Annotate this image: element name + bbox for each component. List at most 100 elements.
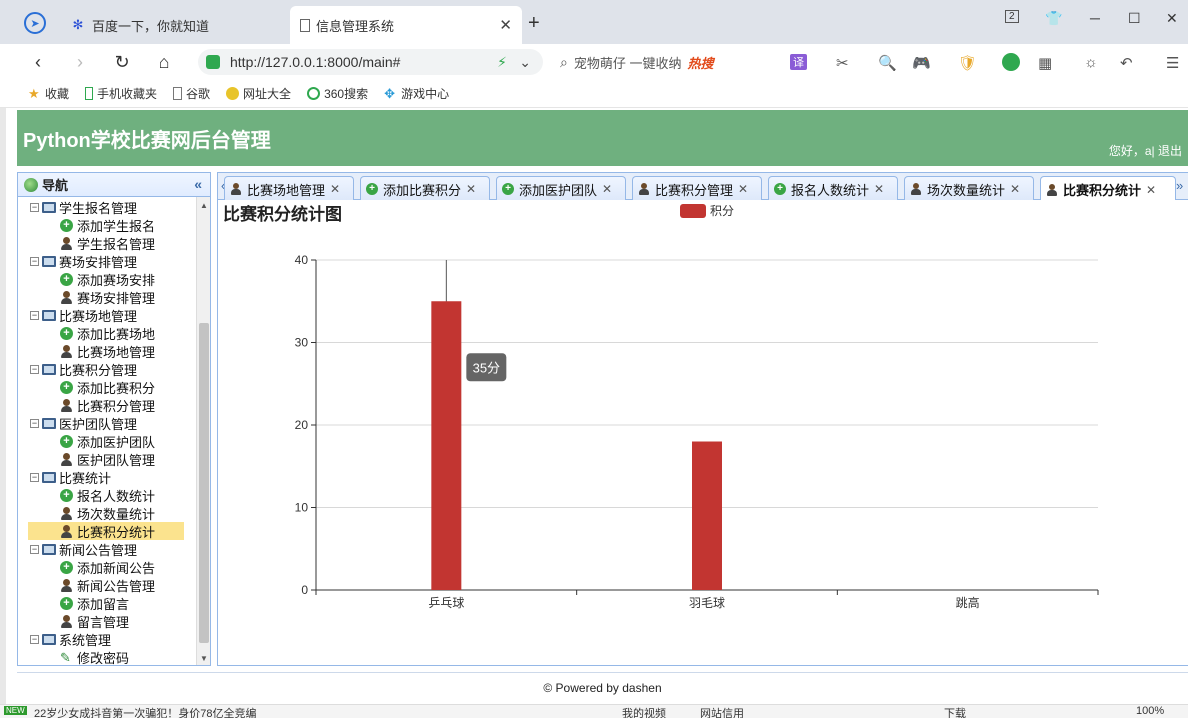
close-tab-icon[interactable]: ✕ xyxy=(330,182,340,196)
sidebar-item[interactable]: 比赛积分管理 xyxy=(60,396,155,414)
bookmark-mobile[interactable]: 手机收藏夹 xyxy=(85,85,157,102)
sidebar-item[interactable]: + 添加留言 xyxy=(60,594,129,612)
sidebar-group[interactable]: − 医护团队管理 xyxy=(30,414,137,432)
close-window-icon[interactable]: ✕ xyxy=(1166,10,1178,27)
translate-icon[interactable]: 译 xyxy=(790,54,807,70)
sidebar-item[interactable]: + 添加学生报名 xyxy=(60,216,155,234)
sidebar-item[interactable]: 医护团队管理 xyxy=(60,450,155,468)
sidebar-item[interactable]: 场次数量统计 xyxy=(60,504,155,522)
collapse-toggle-icon[interactable]: − xyxy=(30,634,39,644)
page-tab[interactable]: 比赛场地管理 ✕ xyxy=(224,176,354,201)
browser-tab-active[interactable]: 信息管理系统 ✕ xyxy=(290,6,522,44)
sidebar-item[interactable]: 留言管理 xyxy=(60,612,129,630)
close-tab-icon[interactable]: ✕ xyxy=(874,182,884,196)
shield-icon[interactable]: 🛡 xyxy=(958,54,977,72)
collapse-toggle-icon[interactable]: − xyxy=(30,418,39,428)
search-box[interactable]: ⌕ 宠物萌仔 一键收纳 热搜 xyxy=(560,49,765,75)
brightness-icon[interactable]: ☼ xyxy=(1084,54,1098,71)
collapse-toggle-icon[interactable]: − xyxy=(30,472,39,482)
close-tab-icon[interactable]: ✕ xyxy=(466,182,476,196)
sidebar-item[interactable]: + 添加比赛积分 xyxy=(60,378,155,396)
close-tab-icon[interactable]: ✕ xyxy=(738,182,748,196)
home-icon[interactable]: ⌂ xyxy=(152,50,176,74)
undo-icon[interactable]: ↶ xyxy=(1120,54,1133,72)
url-input[interactable]: http://127.0.0.1:8000/main# ⚡ ⌄ xyxy=(198,49,543,75)
close-tab-icon[interactable]: ✕ xyxy=(1010,182,1020,196)
browser-logo-icon[interactable]: ➤ xyxy=(24,12,46,34)
new-tab-icon[interactable]: + xyxy=(528,12,540,35)
page-tab[interactable]: + 添加医护团队 ✕ xyxy=(496,176,626,201)
sidebar-group[interactable]: − 比赛统计 xyxy=(30,468,111,486)
sidebar-scrollbar[interactable]: ▲ ▼ xyxy=(196,197,210,665)
lightning-icon[interactable]: ⚡ xyxy=(497,54,507,71)
sidebar-group-label: 比赛场地管理 xyxy=(59,308,138,324)
tab-count-icon[interactable]: 2 xyxy=(1005,10,1019,23)
sidebar-item[interactable]: + 报名人数统计 xyxy=(60,486,155,504)
app-title: Python学校比赛网后台管理 xyxy=(23,130,271,152)
sidebar-item[interactable]: 比赛场地管理 xyxy=(60,342,155,360)
bar-乒乓球 xyxy=(431,301,462,590)
page-tab[interactable]: 比赛积分管理 ✕ xyxy=(632,176,762,201)
user-greeting-logout[interactable]: 您好，a| 退出 xyxy=(1109,142,1182,159)
close-tab-icon[interactable]: ✕ xyxy=(602,182,612,196)
bookmark-favorites[interactable]: ★ 收藏 xyxy=(28,85,69,102)
sidebar-item[interactable]: + 添加医护团队 xyxy=(60,432,155,450)
collapse-toggle-icon[interactable]: − xyxy=(30,256,39,266)
bookmark-sites[interactable]: 网址大全 xyxy=(226,85,291,102)
tabs-scroll-right-icon[interactable]: » xyxy=(1176,178,1183,193)
sidebar-item[interactable]: ✎ 修改密码 xyxy=(60,648,129,666)
grid-apps-icon[interactable]: ▦ xyxy=(1038,54,1052,72)
collapse-toggle-icon[interactable]: − xyxy=(30,310,39,320)
sidebar-group[interactable]: − 新闻公告管理 xyxy=(30,540,137,558)
sidebar-item[interactable]: + 添加比赛场地 xyxy=(60,324,155,342)
green-circle-icon[interactable] xyxy=(1002,53,1020,71)
page-tab[interactable]: 比赛积分统计 ✕ xyxy=(1040,176,1176,202)
gamepad-icon[interactable]: 🎮 xyxy=(912,54,931,72)
close-tab-icon[interactable]: ✕ xyxy=(499,16,512,34)
phone-icon xyxy=(85,87,94,100)
zoom-level[interactable]: 100% xyxy=(1136,705,1164,717)
sidebar-group[interactable]: − 学生报名管理 xyxy=(30,198,137,216)
shirt-icon[interactable]: 👕 xyxy=(1045,10,1062,27)
sidebar-item[interactable]: 新闻公告管理 xyxy=(60,576,155,594)
sidebar-group[interactable]: − 比赛积分管理 xyxy=(30,360,137,378)
page-tab[interactable]: + 添加比赛积分 ✕ xyxy=(360,176,490,201)
my-video-link[interactable]: 我的视频 xyxy=(622,705,666,718)
browser-tab-baidu[interactable]: ✻ 百度一下，你就知道 xyxy=(60,6,288,44)
sidebar-item[interactable]: + 添加新闻公告 xyxy=(60,558,155,576)
sidebar-item[interactable]: 赛场安排管理 xyxy=(60,288,155,306)
collapse-toggle-icon[interactable]: − xyxy=(30,544,39,554)
page-tab[interactable]: + 报名人数统计 ✕ xyxy=(768,176,898,201)
hot-search-label[interactable]: 热搜 xyxy=(687,53,713,72)
scroll-up-icon[interactable]: ▲ xyxy=(200,201,208,210)
close-tab-icon[interactable]: ✕ xyxy=(1146,183,1156,197)
sidebar-group[interactable]: − 赛场安排管理 xyxy=(30,252,137,270)
magnifier-icon[interactable]: 🔍 xyxy=(878,54,897,72)
menu-icon[interactable]: ☰ xyxy=(1166,54,1179,72)
bookmark-games[interactable]: ✥ 游戏中心 xyxy=(384,85,449,102)
scroll-thumb[interactable] xyxy=(199,323,209,643)
sidebar-item[interactable]: 比赛积分统计 xyxy=(28,522,184,540)
sidebar-item[interactable]: 学生报名管理 xyxy=(60,234,155,252)
chevron-down-icon[interactable]: ⌄ xyxy=(519,54,531,71)
reload-icon[interactable]: ↻ xyxy=(110,50,134,74)
download-link[interactable]: 下载 xyxy=(944,705,966,718)
globe-icon xyxy=(24,177,38,192)
page-tab[interactable]: 场次数量统计 ✕ xyxy=(904,176,1034,201)
forward-icon[interactable]: › xyxy=(68,50,92,74)
bookmark-360search[interactable]: 360搜索 xyxy=(307,85,368,102)
collapse-toggle-icon[interactable]: − xyxy=(30,364,39,374)
sidebar-group[interactable]: − 比赛场地管理 xyxy=(30,306,137,324)
collapse-sidebar-icon[interactable]: « xyxy=(194,176,202,192)
maximize-icon[interactable]: ☐ xyxy=(1128,10,1141,27)
site-credit-link[interactable]: 网站信用 xyxy=(700,705,744,718)
scissors-icon[interactable]: ✂ xyxy=(836,54,849,72)
collapse-toggle-icon[interactable]: − xyxy=(30,202,39,212)
minimize-icon[interactable]: ─ xyxy=(1090,10,1100,26)
sidebar-item[interactable]: + 添加赛场安排 xyxy=(60,270,155,288)
scroll-down-icon[interactable]: ▼ xyxy=(200,654,208,663)
back-icon[interactable]: ‹ xyxy=(26,50,50,74)
sidebar-group[interactable]: − 系统管理 xyxy=(30,630,111,648)
bookmark-google[interactable]: 谷歌 xyxy=(173,85,210,102)
news-ticker[interactable]: 22岁少女成抖音第一次骗犯！身价78亿全竞编 xyxy=(34,705,256,718)
